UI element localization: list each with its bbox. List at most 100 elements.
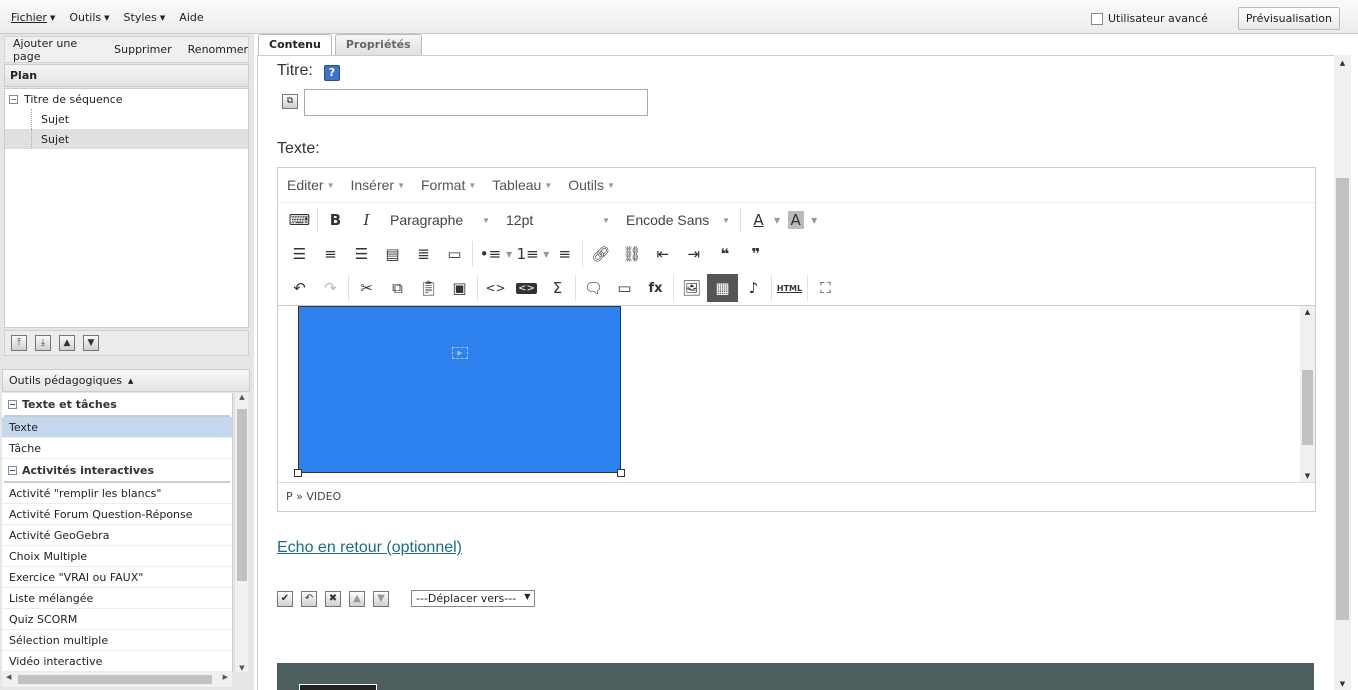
tool-item-texte[interactable]: Texte bbox=[2, 417, 232, 438]
block-format-select[interactable]: Paragraphe ▼ bbox=[382, 212, 498, 228]
paste-text-icon[interactable]: ▣ bbox=[444, 274, 475, 302]
indent-icon[interactable]: ⇥ bbox=[678, 240, 709, 268]
align-center-icon[interactable]: ≡ bbox=[315, 240, 346, 268]
video-icon[interactable]: ▦ bbox=[707, 274, 738, 302]
tree-item-sujet-2[interactable]: Sujet bbox=[5, 129, 248, 149]
scroll-right-icon[interactable]: ▶ bbox=[223, 673, 228, 681]
section-text-tasks[interactable]: − Texte et tâches bbox=[4, 393, 230, 417]
code-block-icon[interactable]: <> bbox=[511, 274, 542, 302]
numbered-list-icon[interactable]: 1≡ bbox=[512, 240, 543, 268]
scroll-left-icon[interactable]: ◀ bbox=[6, 673, 11, 681]
align-left-icon[interactable]: ☰ bbox=[284, 240, 315, 268]
window-icon[interactable]: ▭ bbox=[609, 274, 640, 302]
redo-icon[interactable]: ↷ bbox=[315, 274, 346, 302]
editor-menu-tools[interactable]: Outils ▼ bbox=[568, 177, 615, 193]
rename-page-button[interactable]: Renommer bbox=[188, 43, 248, 56]
tool-item-scorm-quiz[interactable]: Quiz SCORM bbox=[2, 609, 232, 630]
bullet-list-icon[interactable]: •≡ bbox=[475, 240, 506, 268]
keyboard-icon[interactable]: ⌨ bbox=[284, 206, 315, 234]
move-last-icon[interactable]: ⤓ bbox=[35, 335, 51, 351]
move-to-select[interactable]: ---Déplacer vers--- ▼ bbox=[411, 590, 536, 607]
menu-outils[interactable]: Outils ▼ bbox=[69, 11, 109, 24]
editor-menu-format[interactable]: Format ▼ bbox=[421, 177, 476, 193]
delete-page-button[interactable]: Supprimer bbox=[114, 43, 172, 56]
undo-icon[interactable]: ↶ bbox=[301, 590, 317, 607]
blockquote-icon[interactable]: ❝ bbox=[709, 240, 740, 268]
tab-proprietes[interactable]: Propriétés bbox=[334, 34, 422, 55]
font-size-select[interactable]: 12pt ▼ bbox=[498, 212, 618, 228]
chevron-down-icon[interactable]: ▼ bbox=[811, 216, 817, 225]
scroll-up-icon[interactable]: ▲ bbox=[235, 393, 249, 401]
image-icon[interactable]: 🖼︎ bbox=[676, 274, 707, 302]
tools-scrollbar[interactable]: ▲ ▼ bbox=[234, 393, 248, 672]
scroll-down-icon[interactable]: ▼ bbox=[1334, 680, 1351, 688]
tool-item-true-false[interactable]: Exercice "VRAI ou FAUX" bbox=[2, 567, 232, 588]
link-icon[interactable]: 🔗︎ bbox=[585, 240, 616, 268]
tool-item-multiple-choice[interactable]: Choix Multiple bbox=[2, 546, 232, 567]
scroll-up-icon[interactable]: ▲ bbox=[1300, 308, 1315, 316]
editor-menu-table[interactable]: Tableau ▼ bbox=[492, 177, 552, 193]
check-icon[interactable]: ✔ bbox=[277, 590, 293, 607]
section-interactive-activities[interactable]: − Activités interactives bbox=[4, 459, 230, 483]
menu-aide[interactable]: Aide bbox=[179, 11, 203, 24]
tool-item-fill-blanks[interactable]: Activité "remplir les blancs" bbox=[2, 483, 232, 504]
scroll-thumb[interactable] bbox=[237, 409, 247, 581]
move-down-icon[interactable]: ▼ bbox=[373, 590, 389, 607]
resize-handle[interactable] bbox=[294, 469, 302, 477]
delete-icon[interactable]: ✖ bbox=[325, 590, 341, 607]
html-icon[interactable]: HTML bbox=[774, 274, 805, 302]
feedback-link[interactable]: Echo en retour (optionnel) bbox=[277, 539, 462, 557]
outdent-icon[interactable]: ⇤ bbox=[647, 240, 678, 268]
menu-fichier[interactable]: Fichier ▼ bbox=[11, 11, 55, 24]
tools-header[interactable]: Outils pédagogiques ▲ bbox=[2, 369, 250, 392]
music-icon[interactable]: ♪ bbox=[738, 274, 769, 302]
move-up-icon[interactable]: ▲ bbox=[59, 335, 75, 351]
add-page-button[interactable]: Ajouter une page bbox=[13, 37, 98, 62]
scroll-down-icon[interactable]: ▼ bbox=[1300, 472, 1315, 480]
tool-item-shuffled-list[interactable]: Liste mélangée bbox=[2, 588, 232, 609]
tree-item-sujet-1[interactable]: Sujet bbox=[5, 109, 248, 129]
remove-quote-icon[interactable]: ❞ bbox=[740, 240, 771, 268]
editor-menu-insert[interactable]: Insérer ▼ bbox=[351, 177, 406, 193]
comment-icon[interactable]: 🗨︎ bbox=[578, 274, 609, 302]
paste-icon[interactable]: 📋︎ bbox=[413, 274, 444, 302]
align-justify-icon[interactable]: ▤ bbox=[377, 240, 408, 268]
tree-root[interactable]: − Titre de séquence bbox=[5, 89, 248, 109]
collapse-icon[interactable]: − bbox=[8, 399, 17, 409]
bold-icon[interactable]: B bbox=[320, 206, 351, 234]
text-color-icon[interactable]: A bbox=[743, 206, 774, 234]
title-input[interactable] bbox=[304, 89, 648, 116]
tools-hscrollbar[interactable]: ◀ ▶ bbox=[2, 672, 232, 687]
editor-scrollbar[interactable]: ▲ ▼ bbox=[1300, 306, 1315, 482]
fullscreen-icon[interactable]: ⛶ bbox=[810, 274, 841, 302]
italic-icon[interactable]: I bbox=[351, 206, 382, 234]
hscroll-thumb[interactable] bbox=[18, 675, 212, 684]
undo-icon[interactable]: ↶ bbox=[284, 274, 315, 302]
tool-item-forum[interactable]: Activité Forum Question-Réponse bbox=[2, 504, 232, 525]
paragraph-align-icon[interactable]: ≡ bbox=[549, 240, 580, 268]
checkbox-box[interactable] bbox=[1090, 12, 1103, 25]
advanced-user-checkbox[interactable]: Utilisateur avancé bbox=[1090, 12, 1208, 25]
scroll-thumb[interactable] bbox=[1336, 178, 1349, 620]
collapse-icon[interactable]: − bbox=[9, 94, 18, 104]
help-icon[interactable]: ? bbox=[324, 65, 340, 81]
scroll-thumb[interactable] bbox=[1302, 370, 1313, 445]
tab-contenu[interactable]: Contenu bbox=[258, 34, 332, 56]
edit-title-icon[interactable]: ⧉ bbox=[282, 94, 298, 109]
scroll-up-icon[interactable]: ▲ bbox=[1334, 59, 1351, 67]
tool-item-multi-select[interactable]: Sélection multiple bbox=[2, 630, 232, 651]
editor-body[interactable]: ▶ ▲ ▼ bbox=[278, 306, 1315, 482]
clear-format-icon[interactable]: ≣ bbox=[408, 240, 439, 268]
format-painter-icon[interactable]: ▭ bbox=[439, 240, 470, 268]
video-embed[interactable]: ▶ bbox=[298, 306, 621, 473]
resize-handle[interactable] bbox=[617, 469, 625, 477]
content-scrollbar[interactable]: ▲ ▼ bbox=[1334, 55, 1351, 690]
tool-item-interactive-video[interactable]: Vidéo interactive bbox=[2, 651, 232, 672]
formula-icon[interactable]: fx bbox=[640, 274, 671, 302]
unlink-icon[interactable]: ⛓︎ bbox=[616, 240, 647, 268]
cut-icon[interactable]: ✂ bbox=[351, 274, 382, 302]
preview-button[interactable]: Prévisualisation bbox=[1237, 7, 1340, 30]
background-color-icon[interactable]: A bbox=[780, 206, 811, 234]
code-icon[interactable]: <> bbox=[480, 274, 511, 302]
copy-icon[interactable]: ⧉ bbox=[382, 274, 413, 302]
